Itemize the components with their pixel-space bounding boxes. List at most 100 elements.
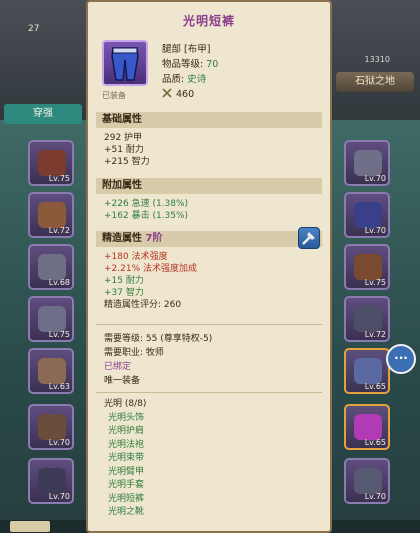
equipment-slot[interactable]: Lv.70 — [344, 192, 390, 238]
set-item: 光明手套 — [108, 480, 145, 490]
set-item: 光明臂甲 — [108, 466, 145, 477]
equipment-slot[interactable]: Lv.63 — [28, 348, 74, 394]
refine-tier: 7阶 — [145, 233, 163, 244]
set-item: 光明束带 — [108, 453, 145, 463]
equipment-slot[interactable]: Lv.72 — [28, 192, 74, 238]
slot-level: Lv.72 — [48, 226, 70, 235]
equipped-label: 已装备 — [102, 91, 126, 100]
divider — [96, 324, 322, 325]
slot-level: Lv.63 — [48, 382, 70, 391]
equipment-icon — [38, 202, 66, 228]
item-level-value: 70 — [206, 59, 219, 70]
equipment-icon — [354, 150, 382, 176]
item-level-row: 物品等级: 70 — [162, 57, 218, 72]
extra-attributes-header: 附加属性 — [96, 178, 322, 194]
requirements: 需要等级: 55 (尊享特权-5) 需要职业: 牧师 已绑定 唯一装备 — [104, 332, 212, 388]
location-button[interactable]: 石狱之地 — [336, 72, 414, 92]
equipment-slot[interactable]: Lv.72 — [344, 296, 390, 342]
set-items-list: 光明头饰光明护肩光明法袍光明束带光明臂甲光明手套光明短裤光明之靴 — [104, 412, 146, 520]
base-stat: +51 耐力 — [104, 145, 144, 155]
set-item: 光明之靴 — [108, 507, 145, 517]
equipment-slot[interactable]: Lv.68 — [28, 244, 74, 290]
extra-stat: +162 暴击 (1.35%) — [104, 211, 189, 221]
item-icon — [102, 40, 148, 86]
slot-level: Lv.68 — [48, 278, 70, 287]
refine-attributes-list: +180 法术强度 +2.21% 法术强度加成 +15 耐力 +37 智力 精造… — [104, 251, 197, 311]
top-count: 27 — [28, 24, 40, 34]
set-item: 光明法袍 — [108, 439, 145, 450]
base-stat: +215 智力 — [104, 157, 150, 167]
item-level-label: 物品等级: — [162, 59, 204, 70]
equipment-icon — [354, 414, 382, 440]
equipment-slot[interactable]: Lv.65 — [344, 404, 390, 450]
required-class: 需要职业: 牧师 — [104, 348, 164, 358]
base-attributes-header: 基础属性 — [96, 112, 322, 128]
refine-stat: +180 法术强度 — [104, 252, 168, 262]
power-row: 460 — [162, 87, 218, 102]
slot-level: Lv.70 — [48, 492, 70, 501]
slot-level: Lv.75 — [48, 174, 70, 183]
item-basic-info: 腿部 [布甲] 物品等级: 70 品质: 史诗 460 — [162, 42, 218, 102]
equipment-icon — [354, 202, 382, 228]
equipment-icon — [354, 254, 382, 280]
chat-bubble-icon[interactable]: ··· — [386, 344, 416, 374]
power-value: 460 — [176, 89, 195, 100]
slot-level: Lv.65 — [364, 438, 386, 447]
quality-label: 品质: — [162, 74, 185, 85]
slot-level: Lv.70 — [364, 174, 386, 183]
item-title: 光明短裤 — [182, 14, 235, 28]
equipment-slot[interactable]: Lv.75 — [344, 244, 390, 290]
slot-level: Lv.70 — [364, 492, 386, 501]
set-item: 光明护肩 — [108, 426, 145, 436]
equipment-icon — [38, 254, 66, 280]
divider — [96, 392, 322, 393]
equipment-icon — [38, 468, 66, 494]
slot-level: Lv.72 — [364, 330, 386, 339]
refine-stat: +37 智力 — [104, 288, 144, 298]
pants-icon — [111, 47, 139, 81]
slot-level: Lv.75 — [48, 330, 70, 339]
equipment-slot[interactable]: Lv.75 — [28, 296, 74, 342]
equipment-slot[interactable]: Lv.70 — [344, 140, 390, 186]
equipment-icon — [38, 358, 66, 384]
quality-row: 品质: 史诗 — [162, 72, 218, 87]
set-bonus: 光明 (8/8) 光明头饰光明护肩光明法袍光明束带光明臂甲光明手套光明短裤光明之… — [104, 398, 146, 520]
refine-header-label: 精造属性 — [102, 233, 142, 244]
slot-type: 腿部 [布甲] — [162, 44, 211, 55]
extra-attributes-list: +226 急速 (1.38%) +162 暴击 (1.35%) — [104, 198, 188, 222]
quality-value: 史诗 — [187, 74, 207, 85]
set-item: 光明头饰 — [108, 412, 145, 423]
slot-level: Lv.70 — [48, 438, 70, 447]
set-name: 光明 (8/8) — [104, 399, 147, 409]
item-tooltip: 光明短裤 已装备 腿部 [布甲] 物品等级: 70 品质: 史诗 460 基础属… — [86, 0, 332, 533]
equipment-icon — [38, 150, 66, 176]
equipment-icon — [354, 358, 382, 384]
slot-level: Lv.70 — [364, 226, 386, 235]
top-right-number: 13310 — [364, 55, 390, 64]
equipment-slot[interactable]: Lv.75 — [28, 140, 74, 186]
equipment-icon — [354, 468, 382, 494]
slot-level: Lv.65 — [364, 382, 386, 391]
required-level: 需要等级: 55 (尊享特权-5) — [104, 334, 213, 344]
refine-stat: +2.21% 法术强度加成 — [104, 264, 197, 274]
equipment-slot[interactable]: Lv.70 — [28, 458, 74, 504]
base-attributes-list: 292 护甲 +51 耐力 +215 智力 — [104, 132, 150, 168]
bound-status: 已绑定 — [104, 362, 132, 372]
slot-level: Lv.75 — [364, 278, 386, 287]
refine-score: 精造属性评分: 260 — [104, 300, 182, 310]
set-item: 光明短裤 — [108, 493, 145, 504]
equipment-slot[interactable]: Lv.65 — [344, 348, 390, 394]
equipment-slot[interactable]: Lv.70 — [344, 458, 390, 504]
extra-stat: +226 急速 (1.38%) — [104, 199, 189, 209]
refine-tool-button[interactable] — [298, 227, 320, 249]
equipment-slot[interactable]: Lv.70 — [28, 404, 74, 450]
unique-equipment: 唯一装备 — [104, 376, 141, 386]
equipment-icon — [354, 306, 382, 332]
refine-stat: +15 耐力 — [104, 276, 144, 286]
equipment-icon — [38, 414, 66, 440]
crossed-swords-icon — [162, 88, 172, 98]
hammer-icon — [302, 232, 315, 245]
strengthen-tab[interactable]: 穿强 — [4, 104, 82, 124]
bottom-tab[interactable] — [10, 521, 50, 532]
equipment-icon — [38, 306, 66, 332]
